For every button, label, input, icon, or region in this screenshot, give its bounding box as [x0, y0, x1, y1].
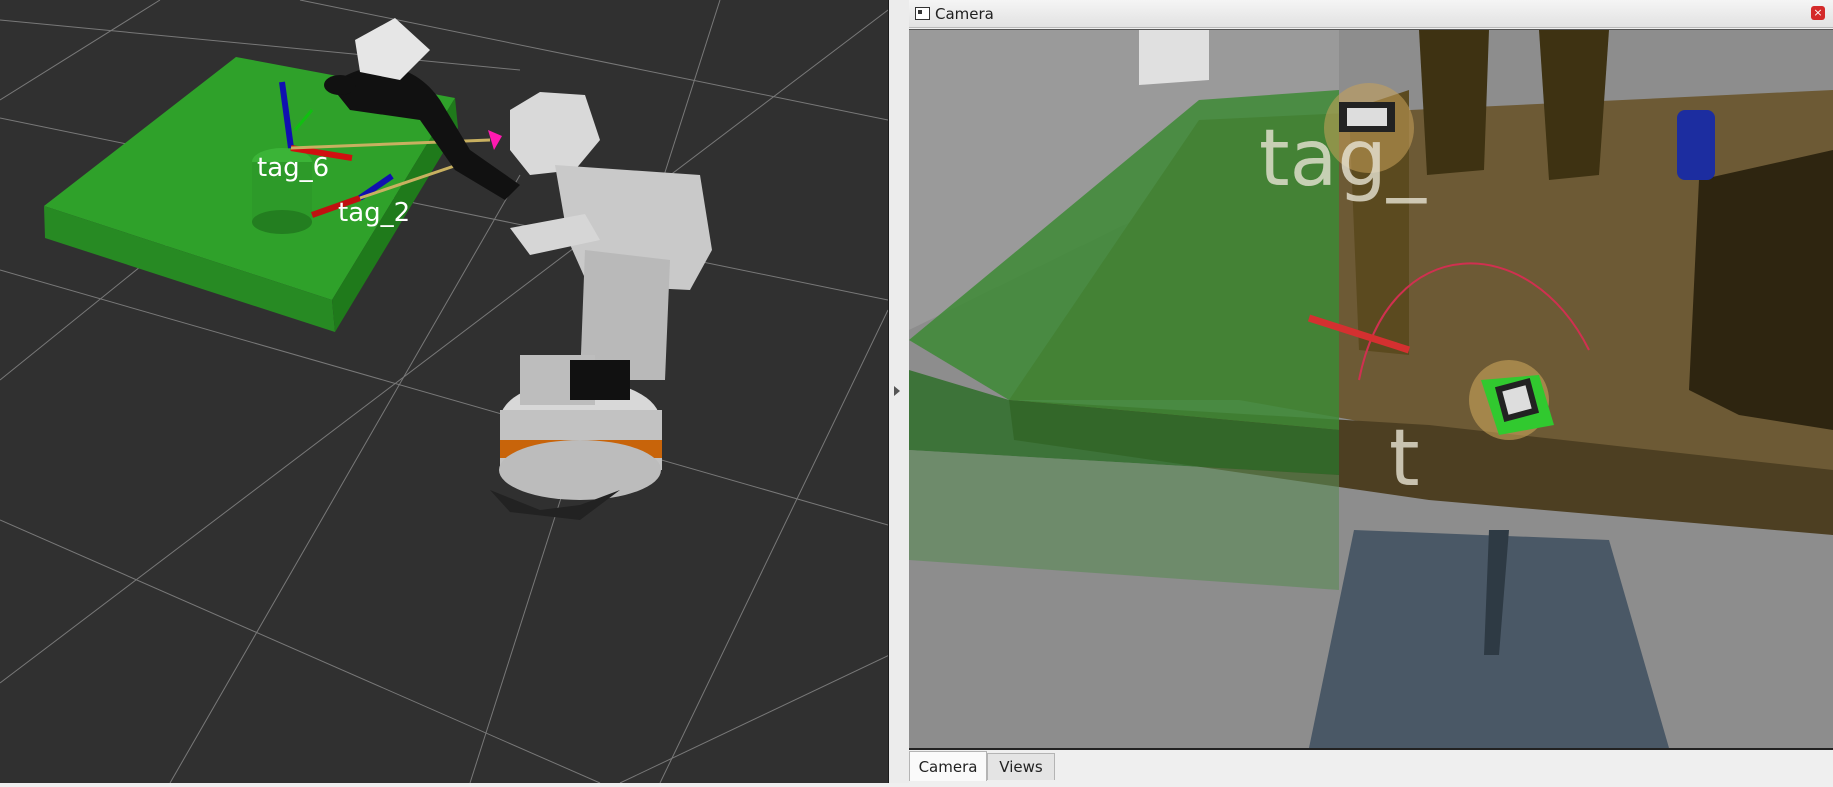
blue-cylinder [1677, 110, 1715, 180]
scene-3d: tag_6 tag_2 [0, 0, 901, 784]
rviz-3d-viewport[interactable]: tag_6 tag_2 [0, 0, 901, 784]
close-icon[interactable]: × [1811, 6, 1825, 20]
camera-panel-title: Camera [935, 5, 994, 23]
tab-camera[interactable]: Camera [909, 751, 987, 781]
camera-scene: tag_ t [909, 30, 1833, 748]
panel-splitter[interactable] [889, 0, 909, 783]
camera-titlebar[interactable]: Camera × [909, 0, 1833, 28]
tag-2-label: tag_2 [338, 198, 410, 228]
camera-panel: Camera × tag_ t Camera Views [909, 0, 1833, 783]
window-icon [915, 7, 930, 20]
camera-image-view[interactable]: tag_ t [909, 29, 1833, 750]
tag-6-label: tag_6 [257, 153, 329, 183]
robot-model [324, 18, 712, 520]
splitter-arrow-icon [894, 386, 900, 396]
camera-tabbar: Camera Views [909, 750, 1833, 783]
camera-overlay-tag-fragment: t [1389, 414, 1420, 504]
camera-overlay-tag-label: tag_ [1259, 114, 1427, 204]
tab-views[interactable]: Views [987, 753, 1055, 780]
